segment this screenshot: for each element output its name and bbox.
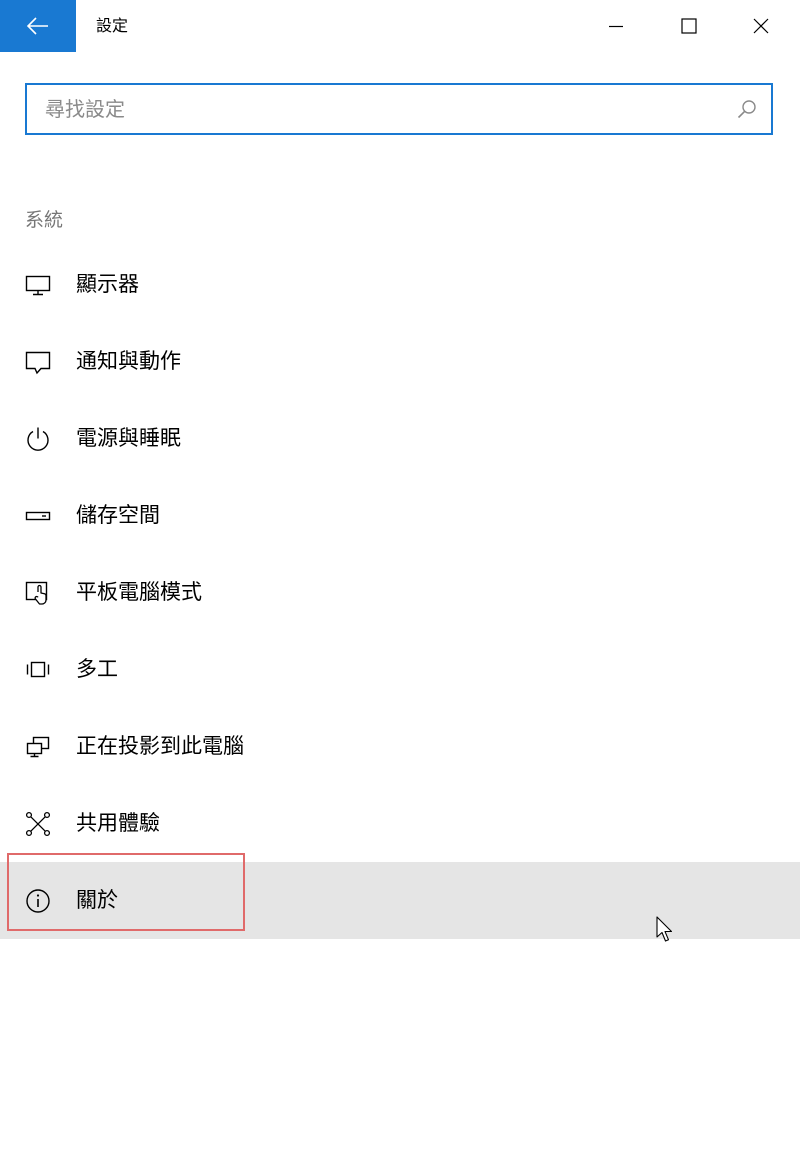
multitasking-icon bbox=[26, 661, 50, 678]
maximize-icon bbox=[681, 18, 697, 34]
search-input[interactable] bbox=[45, 85, 725, 133]
nav-item-display[interactable]: 顯示器 bbox=[0, 246, 800, 323]
nav-item-shared-experiences[interactable]: 共用體驗 bbox=[0, 785, 800, 862]
projecting-icon bbox=[26, 736, 50, 758]
storage-icon bbox=[25, 511, 51, 521]
nav-item-label: 正在投影到此電腦 bbox=[76, 734, 244, 758]
minimize-icon bbox=[609, 25, 623, 28]
close-icon bbox=[753, 18, 769, 34]
back-arrow-icon bbox=[27, 17, 48, 35]
section-heading: 系統 bbox=[25, 209, 64, 231]
nav-item-label: 通知與動作 bbox=[76, 349, 181, 373]
nav-item-notifications[interactable]: 通知與動作 bbox=[0, 323, 800, 400]
nav-item-label: 多工 bbox=[76, 657, 118, 681]
nav-item-label: 顯示器 bbox=[76, 272, 139, 296]
mouse-cursor-icon bbox=[656, 916, 673, 942]
nav-item-tablet-mode[interactable]: 平板電腦模式 bbox=[0, 554, 800, 631]
nav-item-projecting[interactable]: 正在投影到此電腦 bbox=[0, 708, 800, 785]
nav-item-multitasking[interactable]: 多工 bbox=[0, 631, 800, 708]
notification-icon bbox=[25, 351, 51, 375]
back-button[interactable] bbox=[0, 0, 76, 52]
nav-item-power[interactable]: 電源與睡眠 bbox=[0, 400, 800, 477]
nav-item-label: 儲存空間 bbox=[76, 503, 160, 527]
nav-item-label: 共用體驗 bbox=[76, 811, 160, 835]
tablet-mode-icon bbox=[25, 581, 48, 605]
power-icon bbox=[27, 427, 49, 451]
nav-item-storage[interactable]: 儲存空間 bbox=[0, 477, 800, 554]
search-box bbox=[25, 83, 773, 135]
info-icon bbox=[26, 889, 50, 913]
minimize-button[interactable] bbox=[586, 0, 646, 52]
nav-item-label: 電源與睡眠 bbox=[76, 426, 181, 450]
nav-item-about[interactable]: 關於 bbox=[0, 862, 800, 939]
nav-item-label: 平板電腦模式 bbox=[76, 580, 202, 604]
search-icon[interactable] bbox=[737, 99, 757, 119]
title-bar: 設定 bbox=[0, 0, 800, 52]
nav-list: 顯示器 通知與動作 電源與睡眠 儲存空間 平板電腦模式 多工 正在投影到此電腦 … bbox=[0, 246, 800, 939]
display-icon bbox=[25, 275, 51, 296]
nav-item-label: 關於 bbox=[76, 888, 118, 912]
window-title: 設定 bbox=[96, 16, 129, 35]
close-button[interactable] bbox=[731, 0, 791, 52]
maximize-button[interactable] bbox=[659, 0, 719, 52]
shared-experiences-icon bbox=[25, 811, 51, 837]
